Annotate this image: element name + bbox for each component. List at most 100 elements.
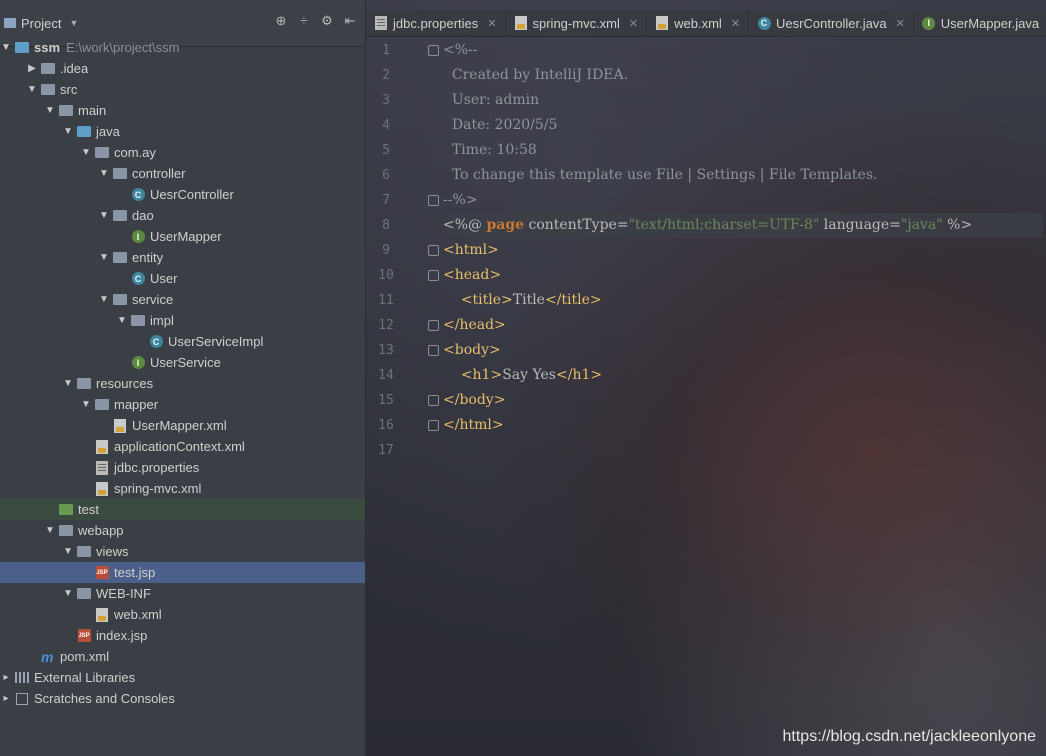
chevron-down-icon[interactable]: ▸: [0, 672, 12, 683]
tree-item[interactable]: ▼ controller: [0, 163, 365, 184]
close-icon[interactable]: ✕: [629, 17, 638, 30]
code-line[interactable]: <head>: [443, 263, 1043, 288]
code-line[interactable]: [443, 438, 1043, 463]
gear-icon[interactable]: ⚙: [320, 13, 334, 29]
fold-marker-icon[interactable]: [428, 270, 439, 281]
editor-tab[interactable]: C UesrController.java ✕: [749, 10, 914, 36]
chevron-down-icon[interactable]: ▼: [80, 399, 92, 410]
target-icon[interactable]: ⊕: [274, 13, 288, 29]
tree-item[interactable]: ▼ resources: [0, 373, 365, 394]
code-line[interactable]: To change this template use File | Setti…: [443, 163, 1043, 188]
line-number: 2: [382, 68, 390, 83]
fold-marker-icon[interactable]: [428, 320, 439, 331]
tree-item[interactable]: ▼ mapper: [0, 394, 365, 415]
chevron-down-icon[interactable]: ▼: [0, 42, 12, 53]
tree-item[interactable]: ▸ Scratches and Consoles: [0, 688, 365, 709]
chevron-down-icon[interactable]: ▼: [44, 525, 56, 536]
chevron-right-icon[interactable]: ▶: [26, 63, 38, 74]
collapse-icon[interactable]: ÷: [297, 13, 311, 29]
xml-file-icon: [514, 16, 528, 30]
tree-item[interactable]: ▼ service: [0, 289, 365, 310]
tree-item[interactable]: UserMapper.xml: [0, 415, 365, 436]
tree-item-label: User: [150, 271, 178, 286]
tree-item[interactable]: ▼ entity: [0, 247, 365, 268]
code-token: contentType=: [524, 217, 629, 233]
fold-marker-icon[interactable]: [428, 245, 439, 256]
tree-item[interactable]: ▸ External Libraries: [0, 667, 365, 688]
code-line[interactable]: <title>Title</title>: [443, 288, 1043, 313]
chevron-down-icon[interactable]: ▼: [62, 588, 74, 599]
close-icon[interactable]: ✕: [487, 17, 496, 30]
code-line[interactable]: <body>: [443, 338, 1043, 363]
code-line[interactable]: <html>: [443, 238, 1043, 263]
code-editor[interactable]: jdbc.properties ✕ spring-mvc.xml ✕ web.xml ✕ C…: [366, 0, 1046, 756]
tree-item[interactable]: C UserServiceImpl: [0, 331, 365, 352]
fold-marker-icon[interactable]: [428, 195, 439, 206]
tree-item[interactable]: ▼ views: [0, 541, 365, 562]
code-token: <%@: [443, 217, 487, 233]
chevron-down-icon[interactable]: ▼: [62, 126, 74, 137]
tree-item[interactable]: ▼ java: [0, 121, 365, 142]
tree-item[interactable]: I UserMapper: [0, 226, 365, 247]
chevron-down-icon[interactable]: ▼: [44, 105, 56, 116]
tree-item[interactable]: ▶ .idea: [0, 58, 365, 79]
tree-item[interactable]: ▼ dao: [0, 205, 365, 226]
tree-item[interactable]: JSP test.jsp: [0, 562, 365, 583]
code-line[interactable]: </head>: [443, 313, 1043, 338]
fold-marker-icon[interactable]: [428, 395, 439, 406]
tree-item[interactable]: m pom.xml: [0, 646, 365, 667]
chevron-down-icon[interactable]: ▼: [62, 378, 74, 389]
tree-item[interactable]: ▼ webapp: [0, 520, 365, 541]
tree-item[interactable]: ▼ ssm E:\work\project\ssm: [0, 37, 365, 58]
tree-item[interactable]: web.xml: [0, 604, 365, 625]
chevron-down-icon[interactable]: ▼: [98, 294, 110, 305]
chevron-down-icon[interactable]: ▼: [116, 315, 128, 326]
chevron-down-icon[interactable]: ▼: [98, 210, 110, 221]
editor-tab[interactable]: spring-mvc.xml ✕: [506, 10, 648, 36]
fold-marker-icon[interactable]: [428, 45, 439, 56]
code-line[interactable]: </html>: [443, 413, 1043, 438]
code-line[interactable]: Date: 2020/5/5: [443, 113, 1043, 138]
hide-icon[interactable]: ⇤: [343, 13, 357, 29]
code-line[interactable]: <h1>Say Yes</h1>: [443, 363, 1043, 388]
code-line[interactable]: </body>: [443, 388, 1043, 413]
tree-item[interactable]: ▼ WEB-INF: [0, 583, 365, 604]
tree-item[interactable]: spring-mvc.xml: [0, 478, 365, 499]
tree-item[interactable]: ▼ src: [0, 79, 365, 100]
editor-tab[interactable]: web.xml ✕: [647, 10, 750, 36]
code-area[interactable]: <%-- Created by IntelliJ IDEA. User: adm…: [443, 38, 1043, 463]
fold-marker-icon[interactable]: [428, 345, 439, 356]
project-view-selector[interactable]: Project ▼: [4, 12, 78, 34]
tree-item[interactable]: jdbc.properties: [0, 457, 365, 478]
chevron-down-icon[interactable]: ▼: [26, 84, 38, 95]
chevron-down-icon[interactable]: ▼: [98, 252, 110, 263]
code-line[interactable]: Time: 10:58: [443, 138, 1043, 163]
tree-item[interactable]: JSP index.jsp: [0, 625, 365, 646]
code-line[interactable]: <%--: [443, 38, 1043, 63]
tree-item[interactable]: ▼ impl: [0, 310, 365, 331]
tree-item[interactable]: applicationContext.xml: [0, 436, 365, 457]
tree-item[interactable]: C UesrController: [0, 184, 365, 205]
code-line[interactable]: User: admin: [443, 88, 1043, 113]
code-line[interactable]: <%@ page contentType="text/html;charset=…: [443, 213, 1043, 238]
close-icon[interactable]: ✕: [896, 17, 905, 30]
chevron-down-icon[interactable]: ▼: [98, 168, 110, 179]
chevron-down-icon[interactable]: ▸: [0, 693, 12, 704]
editor-tab[interactable]: I UserMapper.java: [914, 10, 1046, 36]
chevron-down-icon[interactable]: ▼: [62, 546, 74, 557]
tree-item[interactable]: C User: [0, 268, 365, 289]
class-icon: C: [131, 272, 145, 286]
tree-item[interactable]: ▼ main: [0, 100, 365, 121]
fold-marker-icon[interactable]: [428, 420, 439, 431]
package-icon: [113, 167, 127, 181]
tree-item-label: java: [96, 124, 120, 139]
code-line[interactable]: Created by IntelliJ IDEA.: [443, 63, 1043, 88]
tree-item[interactable]: ▼ com.ay: [0, 142, 365, 163]
tree-item[interactable]: I UserService: [0, 352, 365, 373]
close-icon[interactable]: ✕: [731, 17, 740, 30]
tree-item[interactable]: test: [0, 499, 365, 520]
chevron-down-icon[interactable]: ▼: [80, 147, 92, 158]
editor-tab[interactable]: jdbc.properties ✕: [366, 10, 506, 36]
code-line[interactable]: --%>: [443, 188, 1043, 213]
